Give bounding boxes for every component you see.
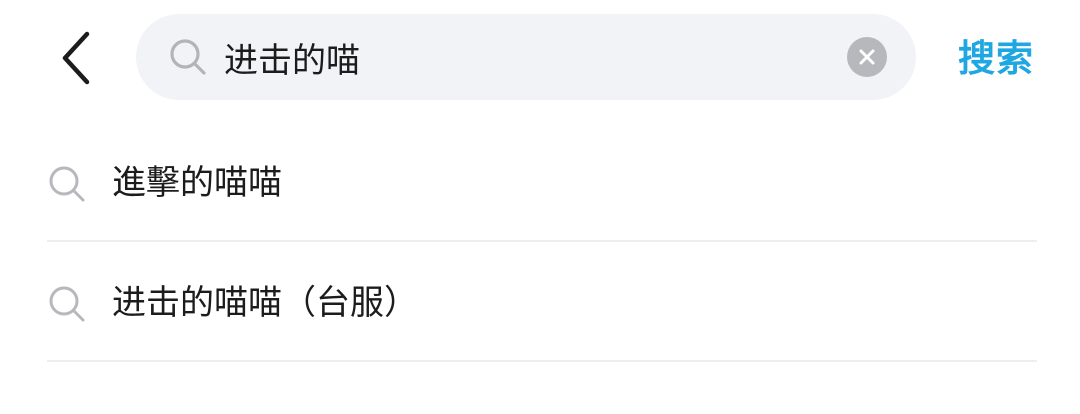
suggestion-list: 進擊的喵喵 进击的喵喵（台服） [0, 122, 1080, 362]
suggestion-label: 进击的喵喵（台服） [112, 283, 418, 323]
suggestion-label: 進擊的喵喵 [112, 163, 282, 203]
chevron-left-icon [62, 31, 90, 85]
search-input[interactable] [224, 31, 824, 83]
close-icon [859, 49, 875, 65]
search-button[interactable]: 搜索 [958, 34, 1034, 84]
search-icon [49, 166, 85, 202]
suggestion-item[interactable]: 進擊的喵喵 [0, 122, 1080, 242]
divider [47, 360, 1037, 362]
clear-search-button[interactable] [847, 37, 887, 77]
search-screen: 搜索 進擊的喵喵 进击的喵喵（台服） [0, 0, 1080, 414]
back-button[interactable] [44, 22, 108, 94]
search-icon [49, 286, 85, 322]
suggestion-item[interactable]: 进击的喵喵（台服） [0, 242, 1080, 362]
search-bar[interactable] [136, 14, 916, 100]
search-icon [170, 39, 206, 75]
